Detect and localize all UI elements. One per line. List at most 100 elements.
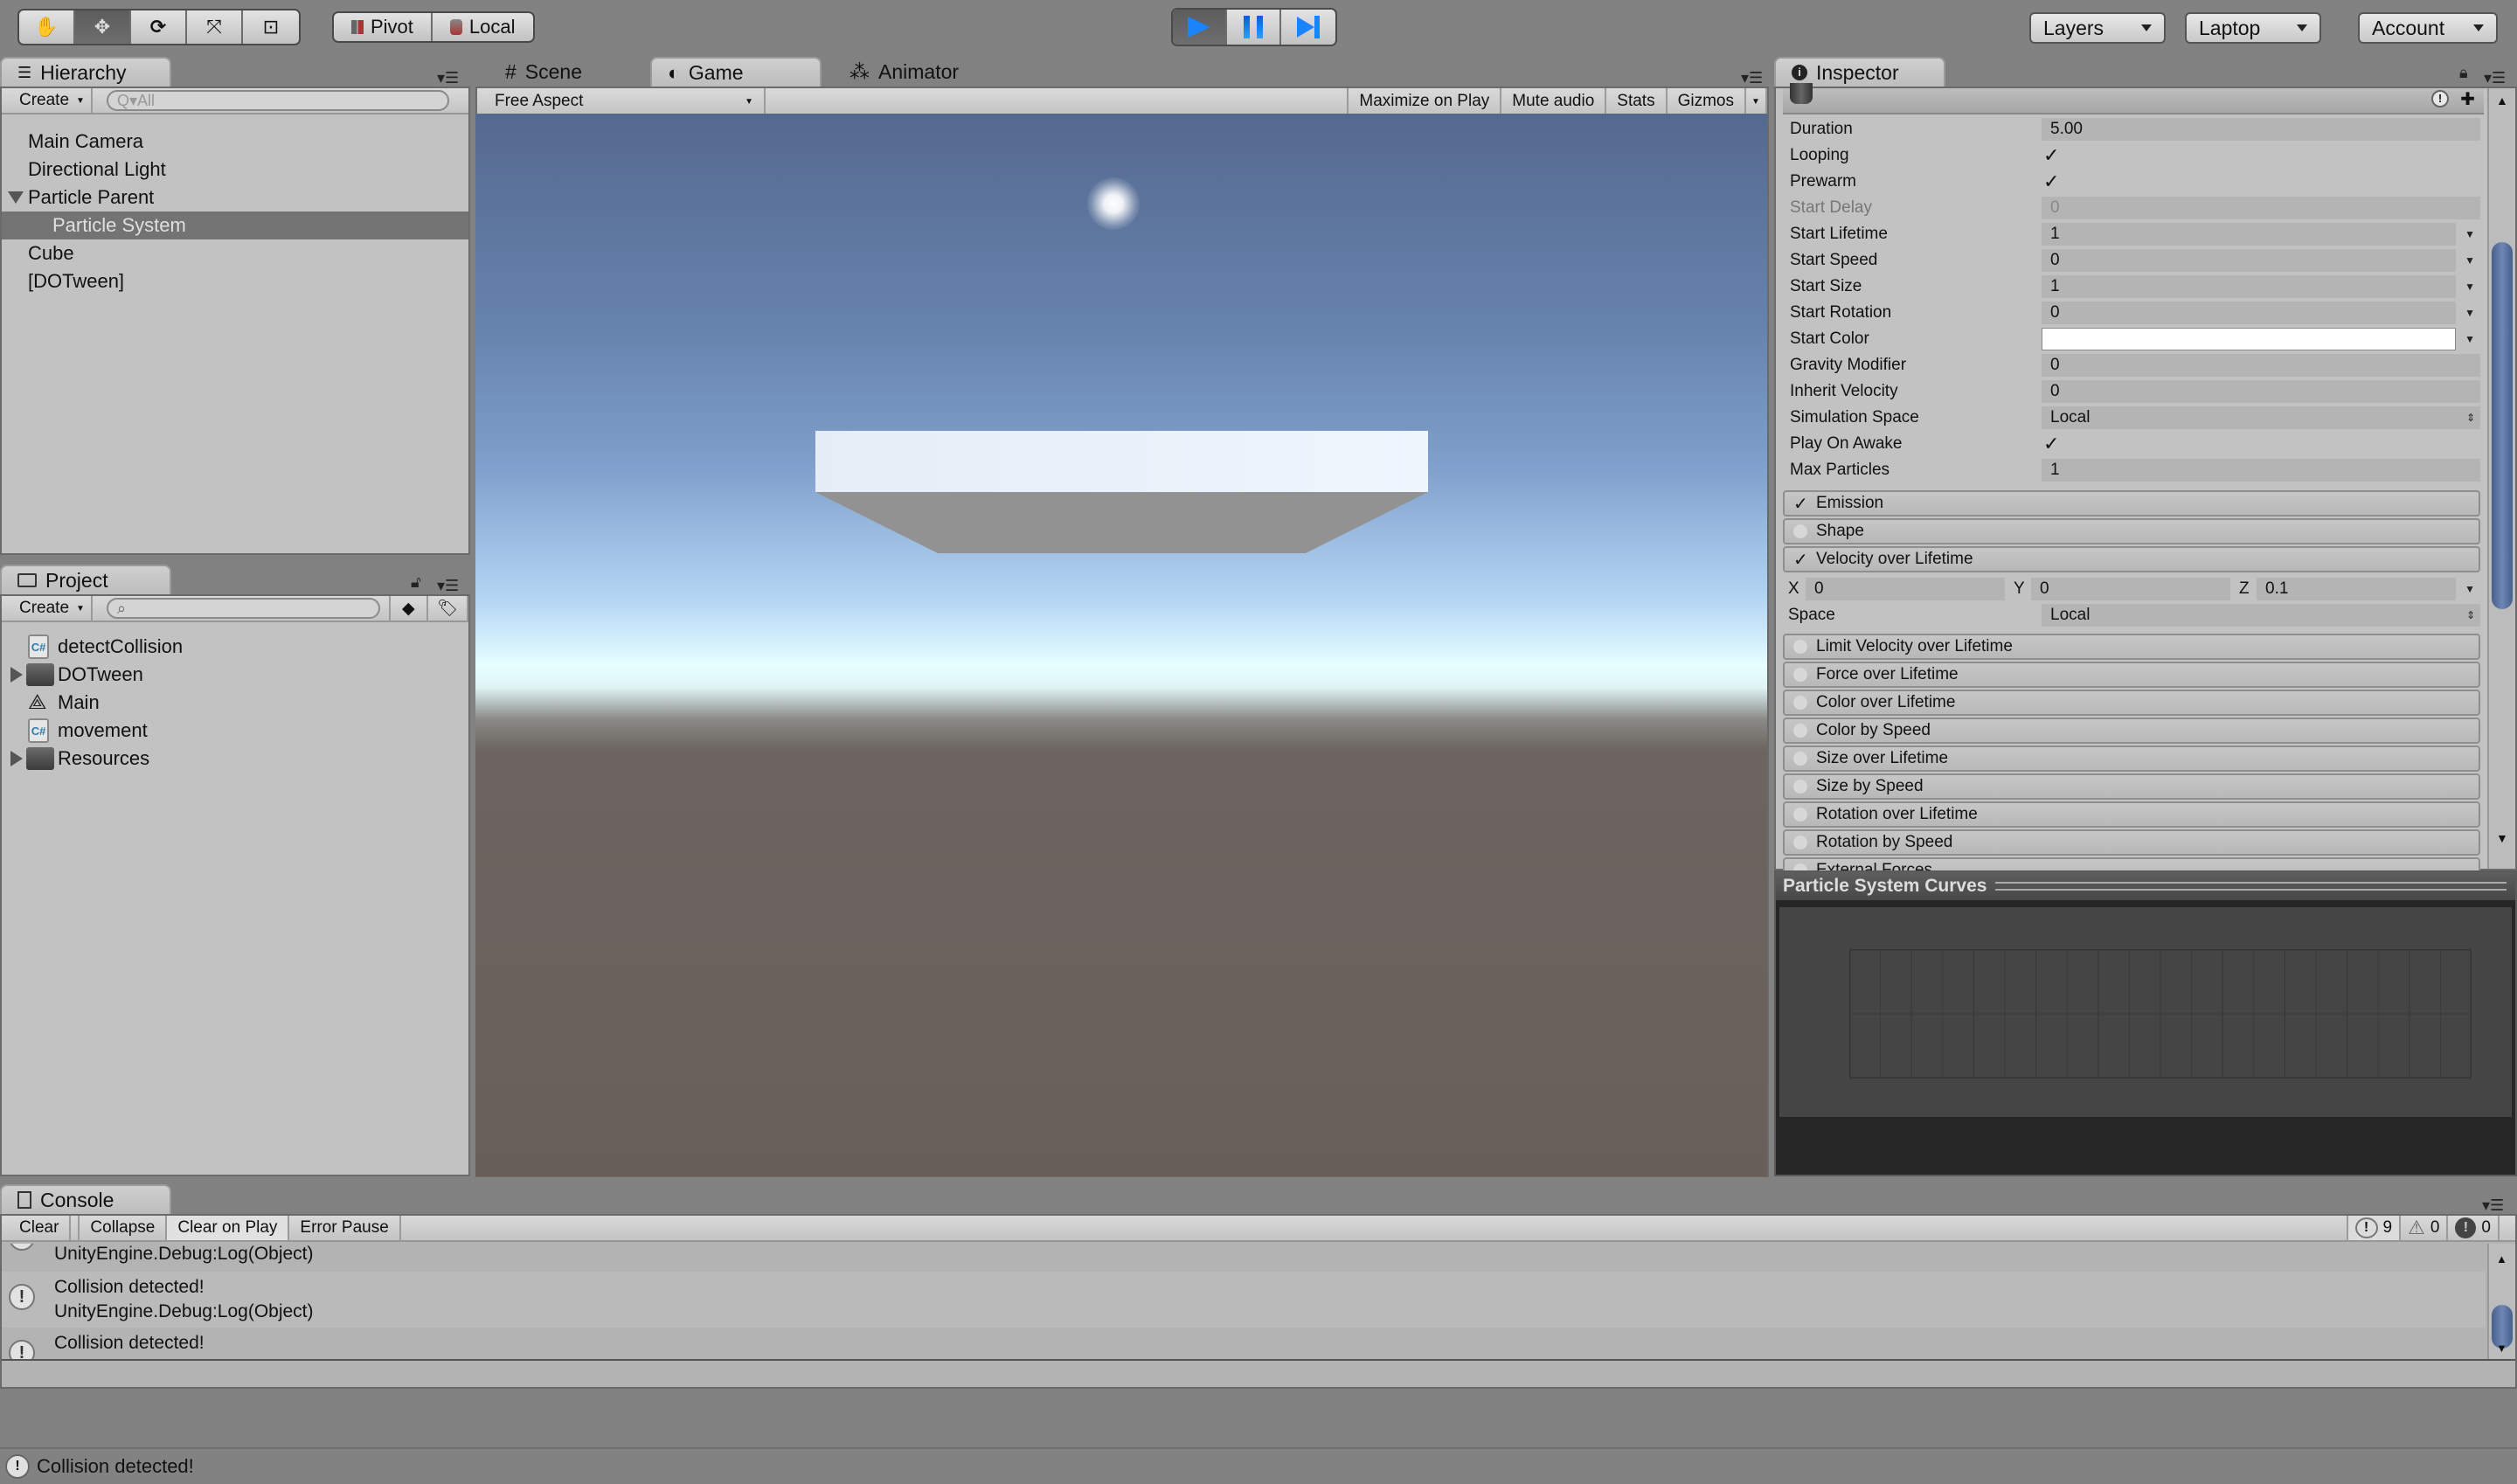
hierarchy-item[interactable]: [DOTween] [2, 267, 468, 295]
module-disabled-toggle[interactable] [1793, 668, 1807, 682]
hand-tool-button[interactable]: ✋ [19, 10, 75, 44]
pause-button[interactable] [1227, 10, 1281, 45]
curve-editor[interactable] [1779, 907, 2512, 1117]
foldout-closed-icon[interactable] [10, 667, 23, 683]
console-entry[interactable]: ! Collision detected!UnityEngine.Debug:L… [2, 1272, 2486, 1328]
updown-arrows-icon[interactable]: ⇕ [2466, 609, 2475, 621]
module-header[interactable]: Shape [1783, 518, 2480, 544]
tab-animator[interactable]: ⁂ Animator [834, 57, 1000, 87]
rect-tool-button[interactable]: ⊡ [243, 10, 299, 44]
hierarchy-item-selected[interactable]: Particle System [2, 212, 468, 239]
hierarchy-create-button[interactable]: Create ▼ [2, 88, 93, 113]
module-header[interactable]: Color over Lifetime [1783, 690, 2480, 716]
panel-menu-icon[interactable]: ▾☰ [2482, 1196, 2504, 1215]
lock-icon[interactable]: 🔒︎ [2459, 64, 2468, 82]
mute-audio-toggle[interactable]: Mute audio [1501, 88, 1607, 114]
property-checkbox[interactable]: ✓ [2043, 433, 2059, 455]
pivot-button[interactable]: Pivot [334, 13, 433, 41]
scroll-down-icon[interactable]: ▼ [2496, 1342, 2507, 1355]
project-item[interactable]: C# movement [2, 717, 468, 745]
chevron-down-icon[interactable]: ▼ [2465, 307, 2475, 319]
property-dropdown[interactable]: Local [2042, 406, 2480, 429]
panel-menu-icon[interactable]: ▾☰ [2484, 69, 2506, 87]
velocity-z-field[interactable]: 0.1 [2257, 578, 2456, 600]
layout-dropdown[interactable]: Laptop [2185, 12, 2321, 44]
inspector-scrollbar[interactable]: ▲ ▼ [2487, 88, 2515, 869]
maximize-on-play-toggle[interactable]: Maximize on Play [1347, 88, 1502, 114]
account-dropdown[interactable]: Account [2358, 12, 2498, 44]
game-viewport[interactable] [475, 114, 1767, 1176]
lock-icon[interactable]: 🔓︎ [411, 573, 421, 592]
module-disabled-toggle[interactable] [1793, 696, 1807, 710]
tab-hierarchy[interactable]: ☰ Hierarchy [0, 57, 171, 87]
chevron-down-icon[interactable]: ▼ [2465, 228, 2475, 240]
panel-menu-icon[interactable]: ▾☰ [437, 69, 459, 87]
property-checkbox[interactable]: ✓ [2043, 170, 2059, 193]
step-button[interactable] [1281, 10, 1335, 45]
property-checkbox[interactable]: ✓ [2043, 144, 2059, 167]
gizmos-dropdown[interactable]: ▼ [1746, 88, 1767, 114]
property-field[interactable]: 1 [2042, 275, 2456, 298]
property-field[interactable]: 0 [2042, 380, 2480, 403]
module-enabled-checkbox[interactable]: ✓ [1793, 493, 1808, 515]
velocity-x-field[interactable]: 0 [1806, 578, 2005, 600]
property-field[interactable]: 0 [2042, 302, 2456, 324]
module-disabled-toggle[interactable] [1793, 836, 1807, 849]
color-field[interactable] [2042, 328, 2456, 350]
aspect-dropdown[interactable]: Free Aspect ▼ [477, 88, 766, 114]
module-disabled-toggle[interactable] [1793, 640, 1807, 654]
hierarchy-search-input[interactable]: Q▾All [107, 90, 449, 111]
module-header[interactable]: Rotation by Speed [1783, 829, 2480, 856]
local-button[interactable]: Local [433, 13, 533, 41]
error-count-toggle[interactable]: ! 0 [2446, 1216, 2500, 1240]
module-header[interactable]: ✓ Velocity over Lifetime [1783, 546, 2480, 572]
property-field[interactable]: 1 [2042, 459, 2480, 482]
gizmos-toggle[interactable]: Gizmos [1668, 88, 1746, 114]
scrollbar-thumb[interactable] [2492, 242, 2513, 609]
module-header[interactable]: Force over Lifetime [1783, 662, 2480, 688]
velocity-y-field[interactable]: 0 [2031, 578, 2230, 600]
layers-dropdown[interactable]: Layers [2029, 12, 2166, 44]
filter-by-type-button[interactable]: ◆ [388, 596, 428, 621]
console-collapse-toggle[interactable]: Collapse [78, 1216, 168, 1240]
tab-project[interactable]: Project [0, 565, 171, 594]
component-header[interactable]: ! ✚ [1783, 83, 2484, 114]
project-item[interactable]: ⟁ Main [2, 689, 468, 717]
tab-inspector[interactable]: i Inspector [1774, 57, 1945, 87]
module-disabled-toggle[interactable] [1793, 752, 1807, 766]
hierarchy-item[interactable]: Directional Light [2, 156, 468, 184]
console-entry[interactable]: ! Collision detected!UnityEngine.Debug:L… [2, 1244, 2486, 1270]
hierarchy-item[interactable]: Main Camera [2, 128, 468, 156]
module-header[interactable]: Size by Speed [1783, 773, 2480, 800]
tab-scene[interactable]: # Scene [489, 57, 621, 87]
drag-handle[interactable] [1995, 882, 2507, 891]
property-field[interactable]: 5.00 [2042, 118, 2480, 141]
console-entry[interactable]: ! Collision detected!UnityEngine.Debug:L… [2, 1328, 2486, 1359]
module-disabled-toggle[interactable] [1793, 524, 1807, 538]
console-clear-button[interactable]: Clear [2, 1216, 72, 1240]
move-tool-button[interactable]: ✥ [75, 10, 131, 44]
filter-by-label-button[interactable]: 🏷︎ [428, 596, 468, 621]
hierarchy-item[interactable]: Cube [2, 239, 468, 267]
property-field[interactable]: 1 [2042, 223, 2456, 246]
console-clear-on-play-toggle[interactable]: Clear on Play [167, 1216, 290, 1240]
settings-gear-icon[interactable]: ✚ [2460, 88, 2475, 110]
property-field[interactable]: 0 [2042, 354, 2480, 377]
chevron-down-icon[interactable]: ▼ [2465, 333, 2475, 345]
curves-header[interactable]: Particle System Curves [1776, 872, 2515, 900]
updown-arrows-icon[interactable]: ⇕ [2466, 412, 2475, 424]
chevron-down-icon[interactable]: ▼ [2465, 281, 2475, 293]
console-error-pause-toggle[interactable]: Error Pause [289, 1216, 401, 1240]
status-bar[interactable]: ! Collision detected! [0, 1447, 2517, 1484]
panel-menu-icon[interactable]: ▾☰ [1741, 69, 1763, 87]
module-header[interactable]: ✓ Emission [1783, 490, 2480, 517]
panel-menu-icon[interactable]: ▾☰ [437, 577, 459, 595]
module-enabled-checkbox[interactable]: ✓ [1793, 549, 1808, 571]
hierarchy-item[interactable]: Particle Parent [2, 184, 468, 212]
play-button[interactable] [1173, 10, 1227, 45]
stats-toggle[interactable]: Stats [1606, 88, 1668, 114]
module-header[interactable]: Size over Lifetime [1783, 745, 2480, 772]
module-disabled-toggle[interactable] [1793, 724, 1807, 738]
log-count-toggle[interactable]: ! 9 [2346, 1216, 2400, 1240]
rotate-tool-button[interactable]: ⟳ [131, 10, 187, 44]
